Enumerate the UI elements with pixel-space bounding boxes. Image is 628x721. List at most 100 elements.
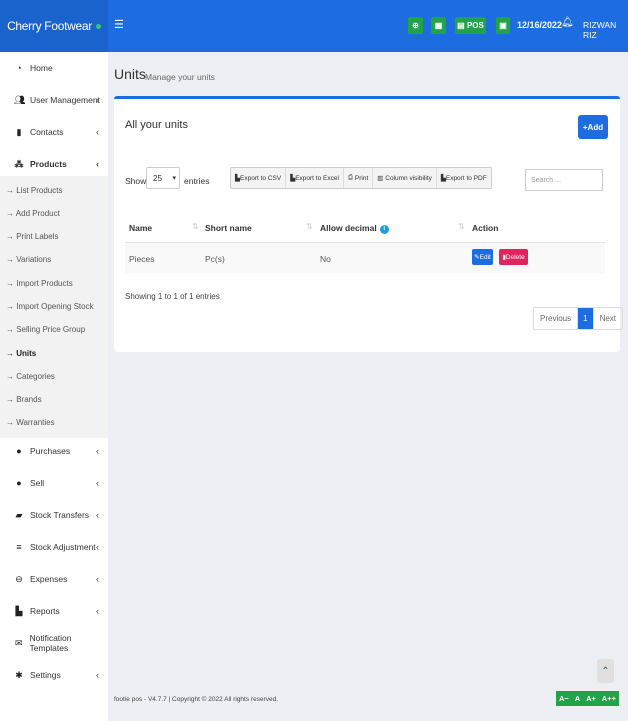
sidebar-item-stock-transfers[interactable]: ▰ Stock Transfers ‹	[0, 504, 108, 526]
column-header-name[interactable]: Name	[129, 223, 152, 233]
sidebar-toggle-icon[interactable]: ☰	[114, 18, 124, 31]
next-page-button[interactable]: Next	[594, 308, 622, 329]
button-label: Delete	[505, 253, 525, 261]
bar-chart-icon: ▙	[15, 605, 23, 616]
submenu-item-list-products[interactable]: → List Products	[6, 186, 62, 195]
font-size-controls: A− A A+ A++	[556, 691, 619, 706]
sidebar-item-user-management[interactable]: 👥︎ User Management ‹	[0, 89, 108, 111]
chevron-left-icon: ‹	[96, 159, 99, 169]
print-button[interactable]: ⎙ Print	[344, 168, 374, 188]
pos-button[interactable]: ▤ POS	[455, 17, 486, 34]
page-length-select[interactable]: 25 ▾	[146, 167, 180, 189]
sidebar-item-purchases[interactable]: ● Purchases ‹	[0, 440, 108, 462]
sidebar-item-label: Sell	[30, 478, 45, 488]
font-increase-more-button[interactable]: A++	[602, 694, 616, 703]
sidebar-item-label: Stock Adjustment	[30, 542, 96, 552]
delete-button[interactable]: ▮ Delete	[499, 249, 528, 265]
chevron-left-icon: ‹	[96, 574, 99, 584]
button-label: Export to Excel	[295, 174, 339, 182]
sidebar-item-label: Home	[30, 63, 53, 73]
button-label: Edit	[479, 253, 491, 261]
button-label: Export to CSV	[240, 174, 282, 182]
card-title: All your units	[125, 119, 188, 131]
table-header: Name ⇅ Short name ⇅ Allow decimal i ⇅ Act…	[125, 213, 605, 243]
arrow-circle-up-icon: ●	[16, 478, 22, 488]
sort-icon[interactable]: ⇅	[192, 222, 199, 231]
sort-icon[interactable]: ⇅	[458, 222, 465, 231]
units-card: All your units + Add Show 25 ▾ entries ▙ Ex…	[114, 96, 624, 352]
brand-logo[interactable]: Cherry Footwear	[0, 0, 108, 52]
cubes-icon: ⁂	[14, 158, 24, 169]
button-label: Export to PDF	[445, 174, 487, 182]
sidebar-item-settings[interactable]: ✱ Settings ‹	[0, 664, 108, 686]
chevron-left-icon: ‹	[96, 127, 99, 137]
cog-icon: ✱	[15, 669, 23, 680]
submenu-item-add-product[interactable]: → Add Product	[6, 209, 60, 218]
submenu-item-print-labels[interactable]: → Print Labels	[6, 232, 58, 241]
submenu-item-import-products[interactable]: → Import Products	[6, 279, 73, 288]
font-increase-button[interactable]: A+	[586, 694, 596, 703]
previous-page-button[interactable]: Previous	[534, 308, 579, 329]
search-input[interactable]: Search ...	[525, 169, 603, 191]
sidebar-item-products[interactable]: ⁂ Products ‹	[0, 153, 108, 175]
sidebar-item-label: Contacts	[30, 127, 64, 137]
sidebar-item-expenses[interactable]: ⊖ Expenses ‹	[0, 568, 108, 590]
sidebar-item-label: Notification Templates	[29, 633, 72, 653]
online-dot-icon	[95, 23, 101, 29]
print-icon: ⎙	[347, 174, 355, 181]
font-decrease-button[interactable]: A−	[559, 694, 569, 703]
font-reset-button[interactable]: A	[575, 694, 580, 703]
table-info: Showing 1 to 1 of 1 entries	[125, 292, 220, 301]
entries-label: entries	[184, 176, 210, 186]
page-1-button[interactable]: 1	[578, 308, 594, 329]
user-menu[interactable]: RIZWAN RIZ	[583, 20, 628, 40]
bell-icon[interactable]: 🔔︎	[561, 17, 574, 28]
envelope-icon: ✉	[14, 637, 23, 648]
column-header-short-name[interactable]: Short name	[205, 223, 252, 233]
sidebar-item-notification-templates[interactable]: ✉ Notification Templates	[0, 632, 108, 654]
sort-icon[interactable]: ⇅	[306, 222, 313, 231]
show-label: Show	[125, 176, 147, 186]
arrow-circle-down-icon: ●	[16, 446, 22, 456]
sidebar: ◔ Home 👥︎ User Management ‹ ▮ Contacts ‹ ⁂ Pro…	[0, 52, 108, 721]
column-label: Allow decimal	[320, 223, 377, 233]
chevron-left-icon: ‹	[96, 510, 99, 520]
info-icon[interactable]: i	[379, 225, 389, 234]
submenu-item-import-opening-stock[interactable]: → Import Opening Stock	[6, 302, 94, 311]
submenu-item-categories[interactable]: → Categories	[6, 372, 55, 381]
sidebar-item-reports[interactable]: ▙ Reports ‹	[0, 600, 108, 622]
cell-short-name: Pc(s)	[205, 254, 225, 264]
chevron-left-icon: ‹	[96, 670, 99, 680]
sidebar-item-stock-adjustment[interactable]: ≡ Stock Adjustment ‹	[0, 536, 108, 558]
submenu-item-units[interactable]: → Units	[6, 349, 36, 358]
column-header-allow-decimal[interactable]: Allow decimal i	[320, 223, 389, 234]
chevron-left-icon: ‹	[96, 446, 99, 456]
edit-button[interactable]: ✎ Edit	[472, 249, 493, 265]
submenu-item-warranties[interactable]: → Warranties	[6, 418, 55, 427]
sidebar-item-label: User Management	[30, 95, 100, 105]
submenu-item-variations[interactable]: → Variations	[6, 255, 51, 264]
page-subtitle: Manage your units	[145, 72, 215, 82]
add-circle-icon[interactable]: ⊕	[408, 17, 423, 34]
calculator-icon[interactable]: ▦	[431, 17, 446, 34]
submenu-item-selling-price-group[interactable]: → Selling Price Group	[6, 325, 85, 334]
cash-register-icon[interactable]: ▣	[496, 17, 510, 34]
columns-icon: ▥	[377, 175, 386, 182]
sidebar-item-label: Expenses	[30, 574, 68, 584]
submenu-item-brands[interactable]: → Brands	[6, 395, 42, 404]
export-button-group: ▙ Export to CSV ▙ Export to Excel ⎙ Print …	[230, 167, 492, 189]
sidebar-item-label: Products	[30, 159, 67, 169]
page-title: Units	[114, 66, 146, 82]
scroll-to-top-button[interactable]: ⌃	[597, 659, 614, 683]
column-visibility-button[interactable]: ▥ Column visibility	[373, 168, 437, 188]
export-pdf-button[interactable]: ▙ Export to PDF	[437, 168, 491, 188]
export-csv-button[interactable]: ▙ Export to CSV	[231, 168, 287, 188]
export-excel-button[interactable]: ▙ Export to Excel	[286, 168, 344, 188]
sidebar-item-contacts[interactable]: ▮ Contacts ‹	[0, 121, 108, 143]
sidebar-item-sell[interactable]: ● Sell ‹	[0, 472, 108, 494]
add-unit-button[interactable]: + Add	[578, 115, 608, 139]
table-row: Pieces Pc(s) No ✎ Edit ▮ Delete	[125, 243, 605, 273]
button-label: Column visibility	[385, 174, 432, 182]
chevron-left-icon: ‹	[96, 95, 99, 105]
sidebar-item-home[interactable]: ◔ Home	[0, 57, 108, 79]
